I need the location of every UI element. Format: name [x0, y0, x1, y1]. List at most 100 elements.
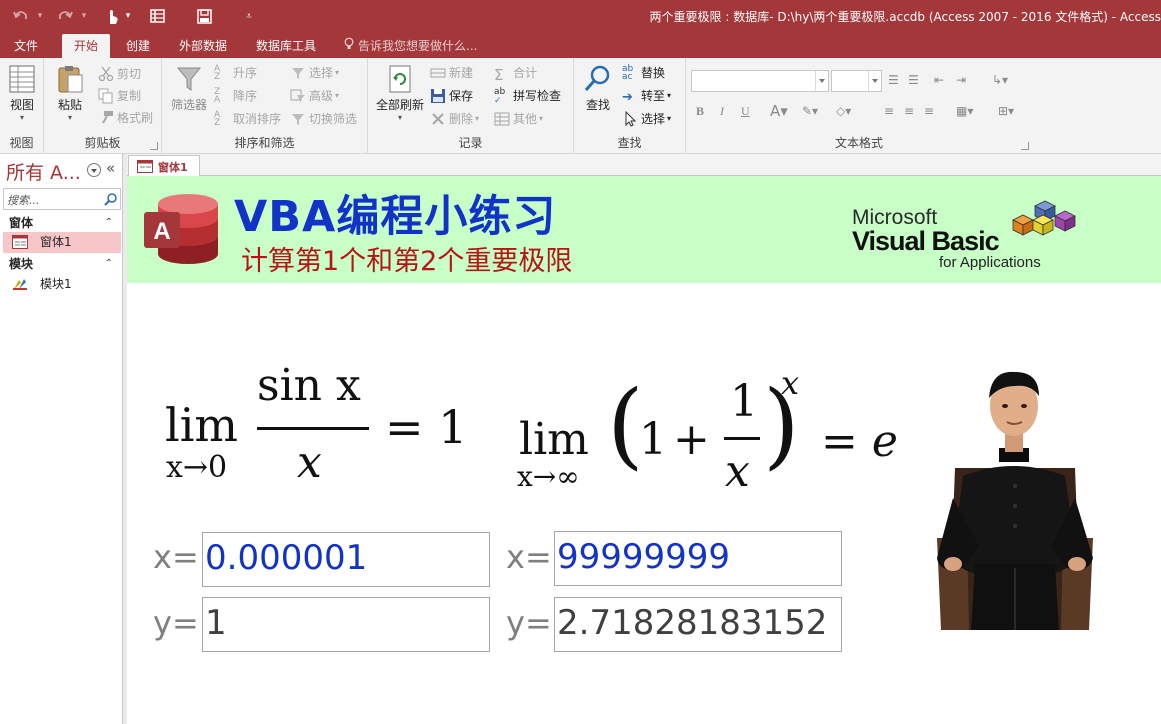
touch-dropdown-icon[interactable]: ▾ [123, 6, 133, 26]
save-icon[interactable] [194, 6, 214, 26]
sort-asc-label: 升序 [233, 66, 258, 80]
font-name-dropdown-icon[interactable] [815, 71, 828, 91]
tab-file[interactable]: 文件 [4, 34, 48, 58]
sort-desc-button[interactable]: ZA 降序 [214, 86, 257, 106]
left-x-input[interactable]: 0.000001 [202, 532, 490, 587]
formula2-rhs: = e [821, 416, 898, 467]
find-button[interactable]: 查找 [580, 64, 616, 113]
nav-search-input[interactable]: 搜索... [3, 188, 121, 210]
paste-label: 粘贴 [57, 98, 82, 112]
nav-item-module1[interactable]: 模块1 [3, 274, 121, 295]
gridlines-icon[interactable]: ⊞▾ [998, 101, 1014, 121]
search-icon[interactable] [104, 192, 118, 206]
left-y-input[interactable]: 1 [202, 597, 490, 652]
paragraph-direction-icon[interactable]: ↳▾ [992, 70, 1008, 90]
more-label: 其他 [513, 112, 538, 126]
numbering-icon[interactable]: ☰ [908, 70, 919, 90]
advanced-filter-icon [290, 88, 306, 104]
nav-menu-icon[interactable] [87, 163, 101, 177]
goto-dropdown-icon: ▾ [667, 91, 672, 100]
indent-increase-icon[interactable]: ⇥ [956, 70, 966, 90]
advanced-filter-button[interactable]: 高级 ▾ [290, 86, 339, 106]
tell-me-box[interactable]: 告诉我您想要做什么... [344, 34, 477, 58]
select-label: 选择 [641, 112, 666, 126]
presenter-photo [927, 368, 1102, 630]
indent-decrease-icon[interactable]: ⇤ [934, 70, 944, 90]
funnel-icon [176, 64, 202, 94]
more-button[interactable]: 其他 ▾ [494, 109, 543, 129]
tab-create[interactable]: 创建 [116, 34, 160, 58]
delete-record-button[interactable]: 删除 ▾ [430, 109, 479, 129]
group-find-label: 查找 [617, 136, 642, 150]
font-color-icon[interactable]: A▾ [770, 101, 788, 121]
filter-label: 筛选器 [170, 98, 207, 112]
refresh-all-button[interactable]: 全部刷新 ▾ [372, 64, 428, 122]
selection-filter-button[interactable]: 选择 ▾ [290, 63, 339, 83]
fill-color-icon[interactable]: ◇▾ [836, 101, 851, 121]
text-format-launcher-icon[interactable] [1021, 142, 1029, 150]
collapse-section-icon[interactable]: ⌃ [105, 213, 113, 233]
totals-button[interactable]: Σ 合计 [494, 63, 537, 84]
font-size-combo[interactable] [831, 70, 882, 92]
format-painter-icon [98, 110, 114, 126]
module-icon [13, 279, 27, 290]
tab-external-data[interactable]: 外部数据 [170, 34, 236, 58]
view-button[interactable]: 视图 ▾ [4, 64, 40, 122]
bold-button[interactable]: B [696, 101, 704, 121]
form-banner: A VBA编程小练习 计算第1个和第2个重要极限 Microsoft Visua… [127, 176, 1161, 283]
doc-tab-form1[interactable]: 窗体1 [128, 155, 200, 177]
view-icon[interactable] [147, 6, 167, 26]
nav-section-forms[interactable]: 窗体 ⌃ [3, 213, 121, 233]
collapse-pane-icon[interactable]: « [106, 159, 115, 177]
font-size-dropdown-icon[interactable] [868, 71, 881, 91]
alternate-row-color-icon[interactable]: ▦▾ [956, 101, 973, 121]
copy-button[interactable]: 复制 [98, 86, 141, 106]
tell-me-placeholder: 告诉我您想要做什么... [358, 39, 478, 53]
redo-dropdown-icon[interactable]: ▾ [79, 6, 89, 26]
format-painter-button[interactable]: 格式刷 [98, 108, 153, 128]
spelling-button[interactable]: ab ✓ 拼写检查 [494, 86, 561, 106]
cut-button[interactable]: 剪切 [98, 64, 141, 84]
right-x-input[interactable]: 99999999 [554, 531, 842, 586]
group-views: 视图 ▾ 视图 [0, 58, 44, 154]
tab-home[interactable]: 开始 [62, 34, 110, 58]
paste-button[interactable]: 粘贴 ▾ [50, 64, 90, 122]
italic-button[interactable]: I [720, 101, 724, 121]
undo-dropdown-icon[interactable]: ▾ [35, 6, 45, 26]
goto-button[interactable]: ➔ 转至 ▾ [622, 86, 671, 106]
bullets-icon[interactable]: ☰ [888, 70, 899, 90]
new-record-button[interactable]: 新建 [430, 63, 473, 83]
align-center-icon[interactable]: ≡ [904, 101, 914, 121]
group-records: 全部刷新 ▾ 新建 保存 删除 ▾ Σ 合计 ab ✓ 拼写检查 其他 ▾ 记录 [368, 58, 574, 154]
align-left-icon[interactable]: ≡ [884, 101, 894, 121]
tab-database-tools[interactable]: 数据库工具 [248, 34, 324, 58]
clear-sort-button[interactable]: AZ 取消排序 [214, 109, 281, 129]
copy-label: 复制 [117, 89, 142, 103]
filter-button[interactable]: 筛选器 [168, 64, 210, 113]
touch-mode-icon[interactable] [102, 6, 122, 26]
highlight-icon[interactable]: ✎▾ [802, 101, 818, 121]
align-right-icon[interactable]: ≡ [924, 101, 934, 121]
nav-header[interactable]: 所有 A... « [0, 154, 122, 186]
collapse-section-icon[interactable]: ⌃ [105, 254, 113, 274]
undo-icon[interactable] [10, 6, 32, 26]
select-button[interactable]: 选择 ▾ [622, 109, 671, 129]
form-canvas: A VBA编程小练习 计算第1个和第2个重要极限 Microsoft Visua… [127, 176, 1161, 724]
sort-asc-button[interactable]: AZ 升序 [214, 63, 257, 83]
redo-icon[interactable] [54, 6, 76, 26]
right-y-input[interactable]: 2.71828183152 [554, 597, 842, 652]
toggle-filter-button[interactable]: 切换筛选 [290, 109, 357, 129]
save-record-button[interactable]: 保存 [430, 86, 473, 106]
save-record-label: 保存 [449, 89, 474, 103]
paste-dropdown-icon: ▾ [67, 113, 72, 122]
selection-dropdown-icon: ▾ [335, 68, 340, 77]
font-name-combo[interactable] [691, 70, 829, 92]
format-painter-label: 格式刷 [117, 111, 154, 125]
nav-section-modules[interactable]: 模块 ⌃ [3, 254, 121, 274]
nav-item-form1[interactable]: 窗体1 [3, 232, 121, 253]
underline-button[interactable]: U [741, 101, 750, 121]
customize-icon[interactable]: ⩡ [242, 6, 256, 26]
delete-record-label: 删除 [449, 112, 474, 126]
replace-button[interactable]: ab ac 替换 [622, 63, 665, 83]
clipboard-launcher-icon[interactable] [150, 142, 158, 150]
